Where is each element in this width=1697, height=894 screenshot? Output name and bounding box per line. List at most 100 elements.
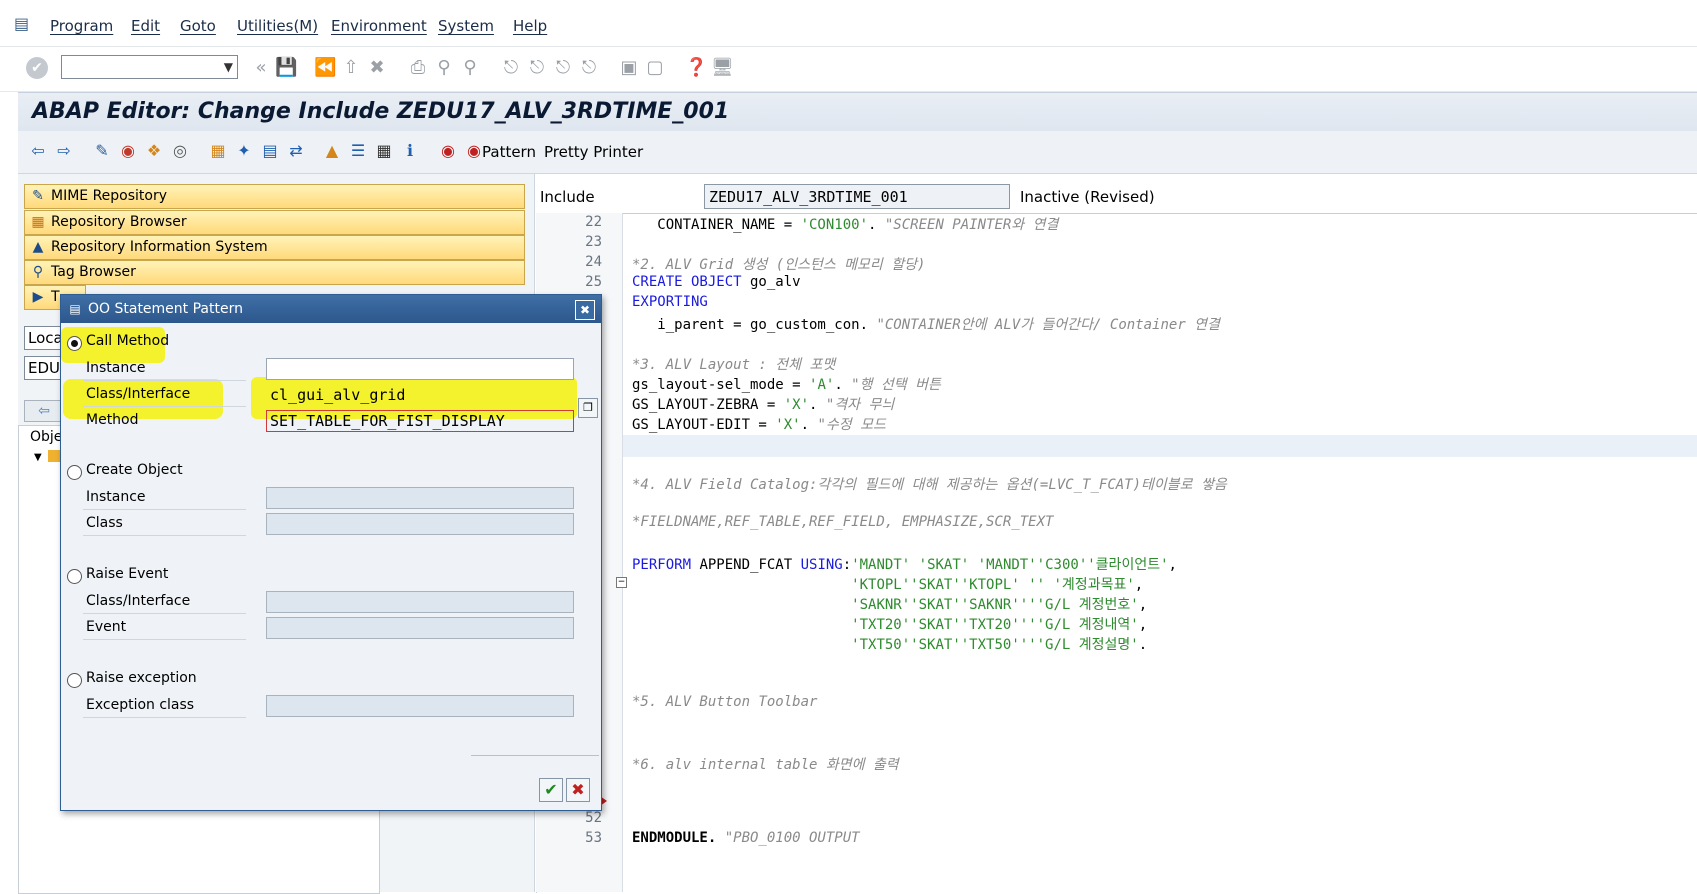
back-icon[interactable]: ⇦: [24, 400, 64, 422]
include-label: Include: [540, 188, 595, 206]
chevron-down-icon[interactable]: ▼: [224, 60, 233, 74]
repository-browser-button[interactable]: ▦ Repository Browser: [24, 210, 525, 235]
mime-icon: ✎: [32, 188, 44, 204]
menu-edit[interactable]: Edit: [131, 17, 160, 35]
line-number: 52: [585, 810, 602, 826]
call-method-radio[interactable]: [67, 336, 82, 351]
session-breakpoint-icon[interactable]: ◉: [464, 141, 484, 161]
tag-icon: ⚲: [32, 264, 44, 280]
other-object-icon[interactable]: ◉: [118, 141, 138, 161]
pretty-printer-button[interactable]: Pretty Printer: [544, 143, 643, 161]
dialog-title-bar: ▤ OO Statement Pattern ✖: [61, 295, 601, 323]
value-help-icon[interactable]: ❐: [578, 398, 598, 418]
first-page-icon[interactable]: ⎋: [500, 57, 522, 79]
save-icon[interactable]: 💾: [275, 57, 297, 79]
code-line: PERFORM APPEND_FCAT USING:'MANDT' 'SKAT'…: [632, 557, 1177, 573]
help-icon[interactable]: ❓: [685, 57, 707, 79]
object-list-icon[interactable]: ⇄: [286, 141, 306, 161]
line-number: 24: [585, 254, 602, 270]
line-number: 23: [585, 234, 602, 250]
tag-browser-button[interactable]: ⚲ Tag Browser: [24, 260, 525, 285]
current-line-highlight: [623, 435, 1697, 457]
previous-page-icon[interactable]: ⎋: [526, 57, 548, 79]
menu-goto[interactable]: Goto: [180, 17, 216, 35]
menu-utilities[interactable]: Utilities(M): [237, 17, 318, 35]
code-line: 'TXT50''SKAT''TXT50''''G/L 계정설명'.: [851, 637, 1148, 653]
include-field: ZEDU17_ALV_3RDTIME_001: [704, 184, 1010, 209]
instance-label: Instance: [86, 360, 146, 376]
raise-event-event-input: [266, 617, 574, 639]
method-label: Method: [86, 412, 139, 428]
stack-icon[interactable]: ☰: [348, 141, 368, 161]
exception-class-input: [266, 695, 574, 717]
menu-bar: ▤ Program Edit Goto Utilities(M) Environ…: [0, 0, 1697, 47]
code-line: GS_LAYOUT-ZEBRA = 'X'. "격자 무늬: [632, 397, 895, 413]
code-line: i_parent = go_custom_con. "CONTAINER안에 A…: [632, 317, 1220, 333]
test-icon[interactable]: ✦: [234, 141, 254, 161]
find-icon[interactable]: ⚲: [433, 57, 455, 79]
activate-icon[interactable]: ❖: [144, 141, 164, 161]
check-icon[interactable]: ◎: [170, 141, 190, 161]
find-next-icon[interactable]: ⚲: [459, 57, 481, 79]
divider: [83, 717, 246, 718]
collapse-icon[interactable]: −: [616, 577, 627, 588]
where-used-icon[interactable]: ▦: [208, 141, 228, 161]
standard-toolbar: ✔ « 💾 ⏪ ⇧ ✖ ⎙ ⚲ ⚲ ⎋ ⎋ ⎋ ⎋ ▣ ▢ ❓ 🖥: [0, 47, 1697, 92]
last-page-icon[interactable]: ⎋: [578, 57, 600, 79]
menu-environment[interactable]: Environment: [331, 17, 427, 35]
back-arrow-icon[interactable]: ⇦: [28, 141, 48, 161]
layout-menu-icon[interactable]: 🖥: [711, 57, 734, 79]
breakpoint-icon[interactable]: ◉: [438, 141, 458, 161]
exit-icon[interactable]: ⇧: [340, 57, 362, 79]
dialog-icon: ▤: [69, 302, 81, 316]
navigation-icon[interactable]: ▤: [260, 141, 280, 161]
divider: [83, 613, 246, 614]
code-line: *5. ALV Button Toolbar: [632, 694, 818, 710]
raise-event-radio[interactable]: [67, 569, 82, 584]
menu-help[interactable]: Help: [513, 17, 547, 35]
oo-statement-pattern-dialog: ▤ OO Statement Pattern ✖ Call Method Ins…: [60, 294, 602, 811]
cancel-icon[interactable]: ✖: [366, 57, 388, 79]
display-change-icon[interactable]: ✎: [92, 141, 112, 161]
confirm-button[interactable]: ✔: [539, 778, 563, 802]
info-icon[interactable]: ℹ: [400, 141, 420, 161]
divider: [471, 755, 599, 756]
raise-exception-radio[interactable]: [67, 673, 82, 688]
menu-icon[interactable]: ▤: [14, 14, 32, 33]
cancel-button[interactable]: ✖: [566, 778, 590, 802]
forward-arrow-icon[interactable]: ⇨: [54, 141, 74, 161]
layout-icon[interactable]: ▦: [374, 141, 394, 161]
new-session-icon[interactable]: ▣: [618, 57, 640, 79]
command-field[interactable]: ▼: [61, 55, 238, 79]
code-line: 'TXT20''SKAT''TXT20''''G/L 계정내역',: [851, 617, 1148, 633]
code-line: 'KTOPL''SKAT''KTOPL' '' '계정과목표',: [851, 577, 1144, 593]
code-line: *6. alv internal table 화면에 출력: [632, 757, 899, 773]
raise-event-class-input: [266, 591, 574, 613]
hierarchy-icon[interactable]: ▲: [322, 141, 342, 161]
create-object-label: Create Object: [86, 462, 183, 478]
page-title: ABAP Editor: Change Include ZEDU17_ALV_3…: [32, 99, 730, 124]
shortcut-icon[interactable]: ▢: [644, 57, 666, 79]
menu-program[interactable]: Program: [50, 17, 113, 35]
enter-check-icon[interactable]: ✔: [26, 57, 48, 79]
class-interface-input[interactable]: cl_gui_alv_grid: [266, 384, 574, 406]
pattern-button[interactable]: Pattern: [482, 143, 536, 161]
hierarchy-icon: ▦: [31, 214, 45, 230]
back-arrows-icon[interactable]: «: [250, 57, 272, 79]
mime-repository-button[interactable]: ✎ MIME Repository: [24, 184, 525, 209]
next-page-icon[interactable]: ⎋: [552, 57, 574, 79]
back-icon[interactable]: ⏪: [314, 57, 336, 79]
divider: [83, 639, 246, 640]
create-object-radio[interactable]: [67, 465, 82, 480]
call-method-label: Call Method: [86, 333, 170, 349]
print-icon[interactable]: ⎙: [407, 57, 429, 79]
expand-icon[interactable]: ▼: [34, 452, 42, 463]
method-input[interactable]: SET_TABLE_FOR_FIST_DISPLAY: [266, 410, 574, 432]
tree-column-header: Obje: [30, 429, 63, 445]
repository-info-system-button[interactable]: ▲ Repository Information System: [24, 235, 525, 260]
line-number: 22: [585, 214, 602, 230]
code-line: *2. ALV Grid 생성 (인스턴스 메모리 할당): [632, 257, 926, 273]
call-method-instance-input[interactable]: [266, 358, 574, 380]
menu-system[interactable]: System: [438, 17, 494, 35]
close-icon[interactable]: ✖: [575, 300, 595, 320]
